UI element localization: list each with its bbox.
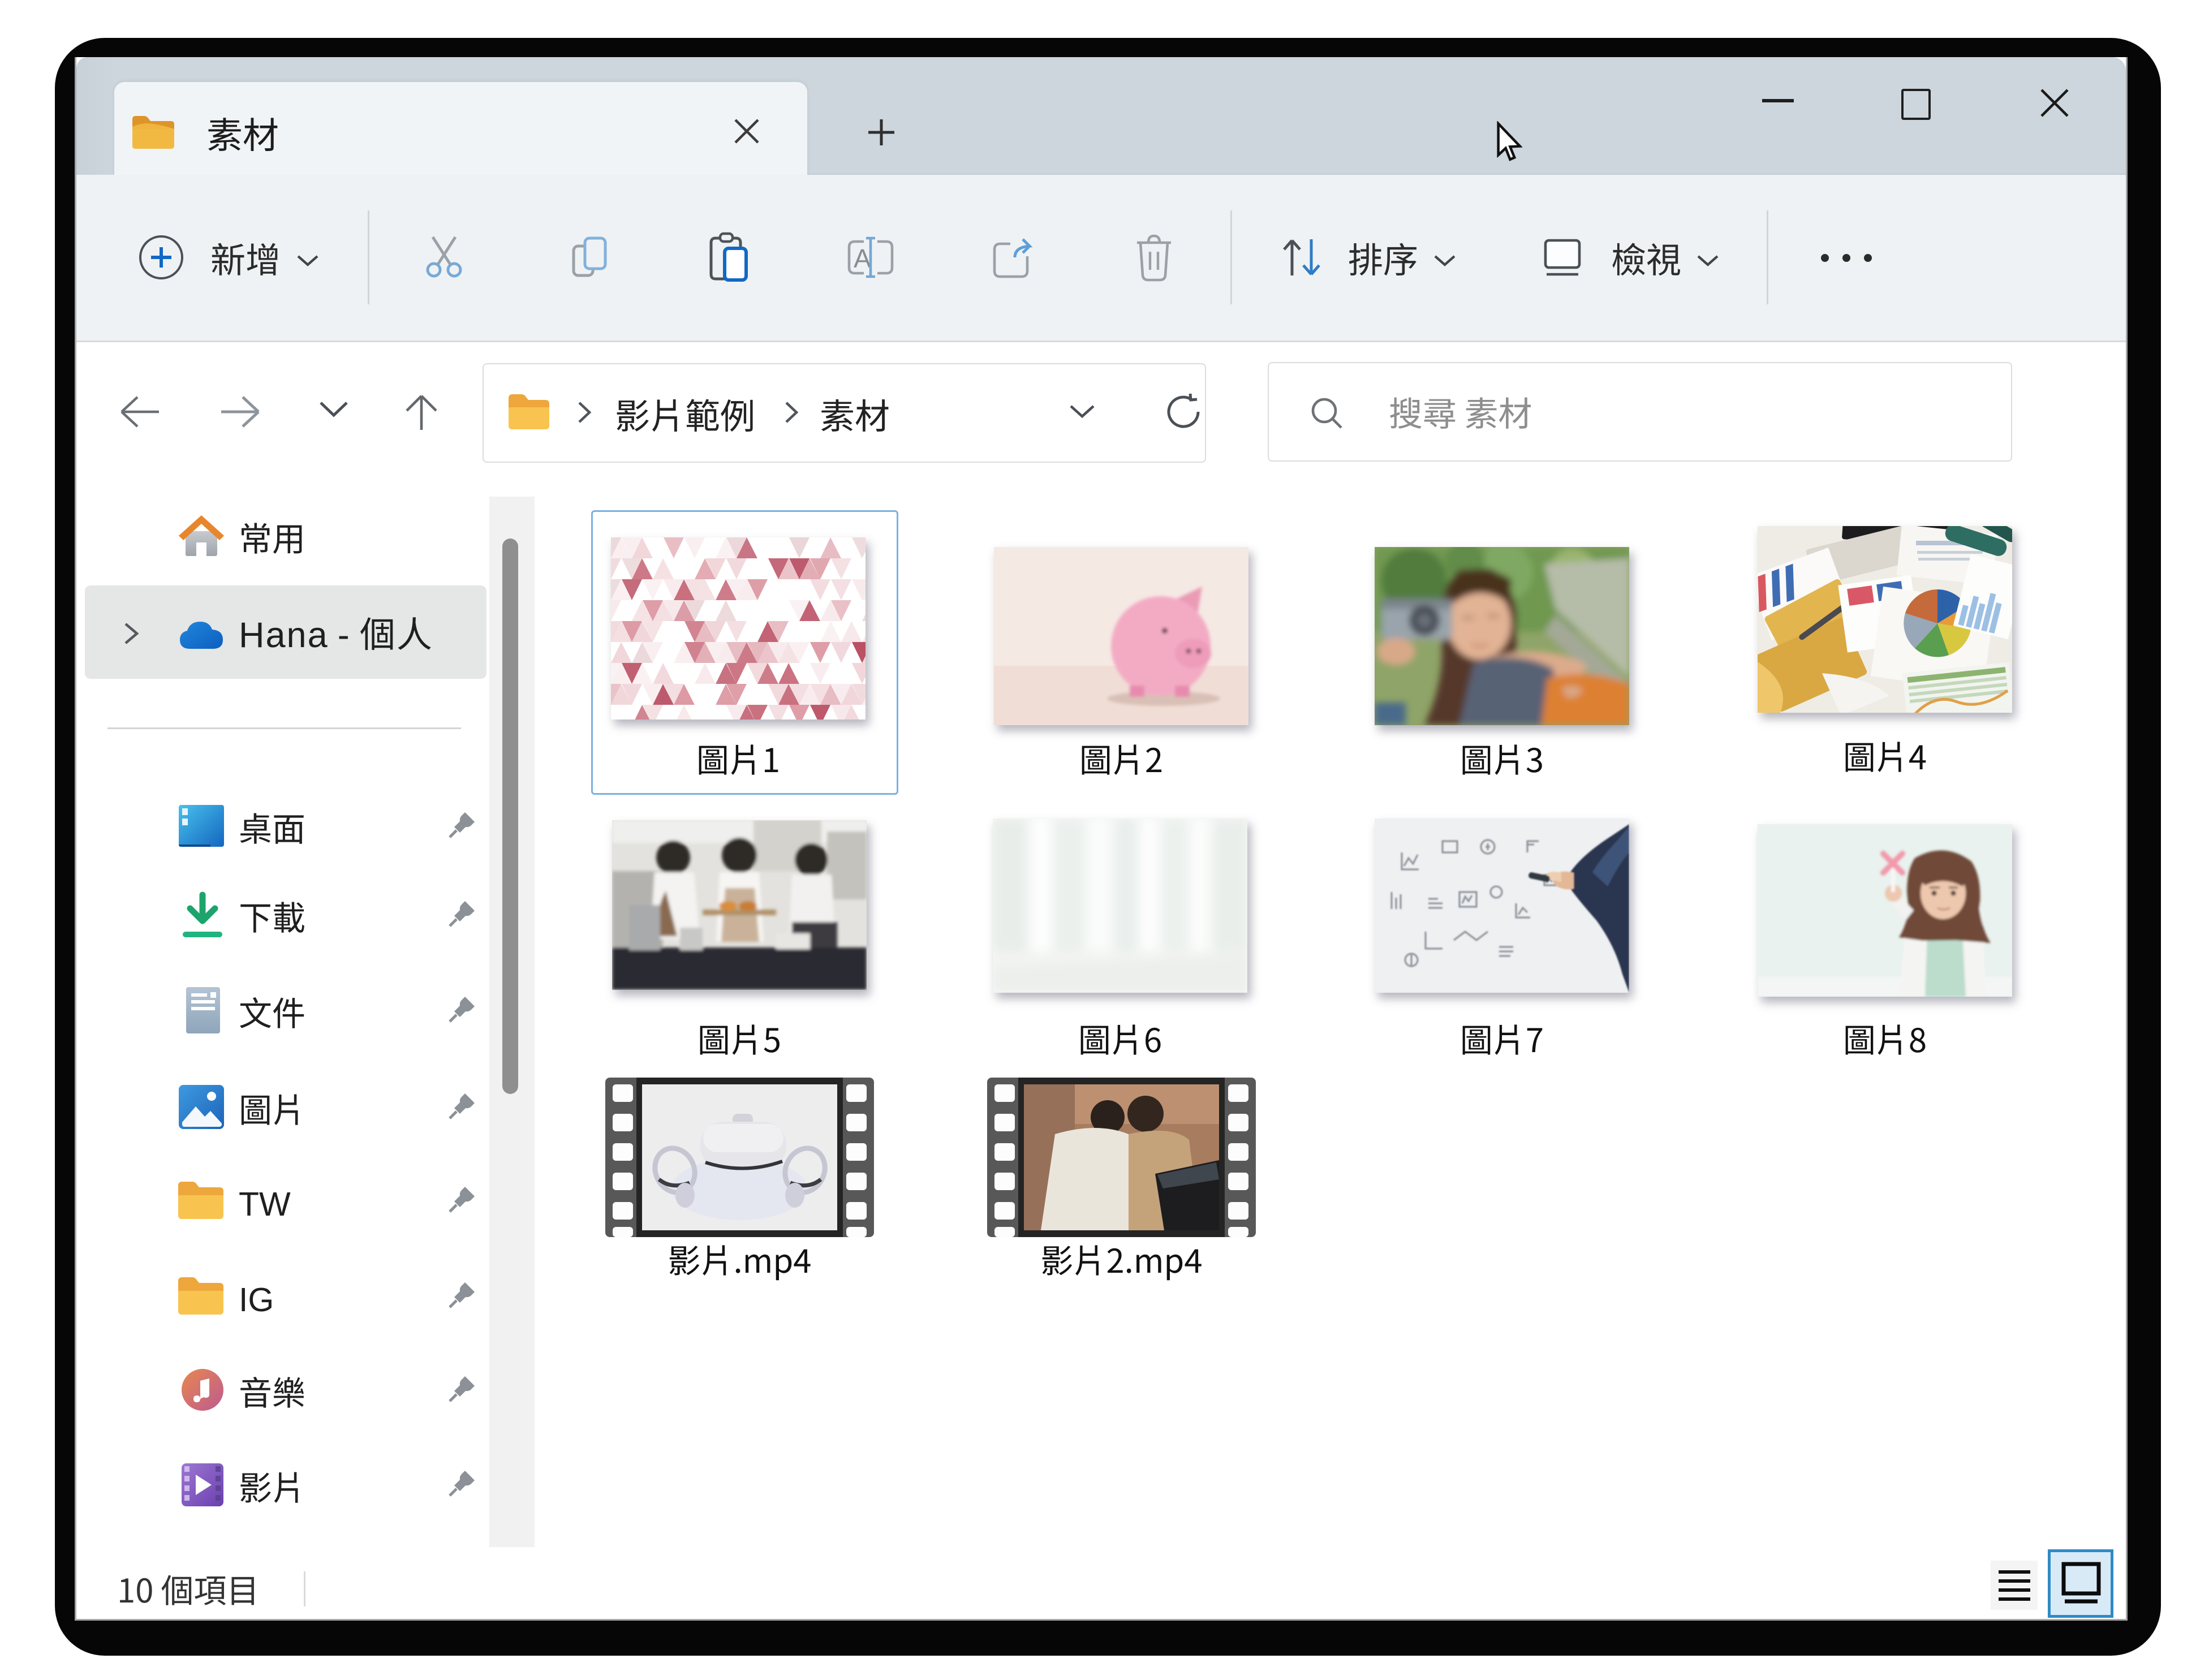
svg-text:A: A <box>854 238 871 275</box>
